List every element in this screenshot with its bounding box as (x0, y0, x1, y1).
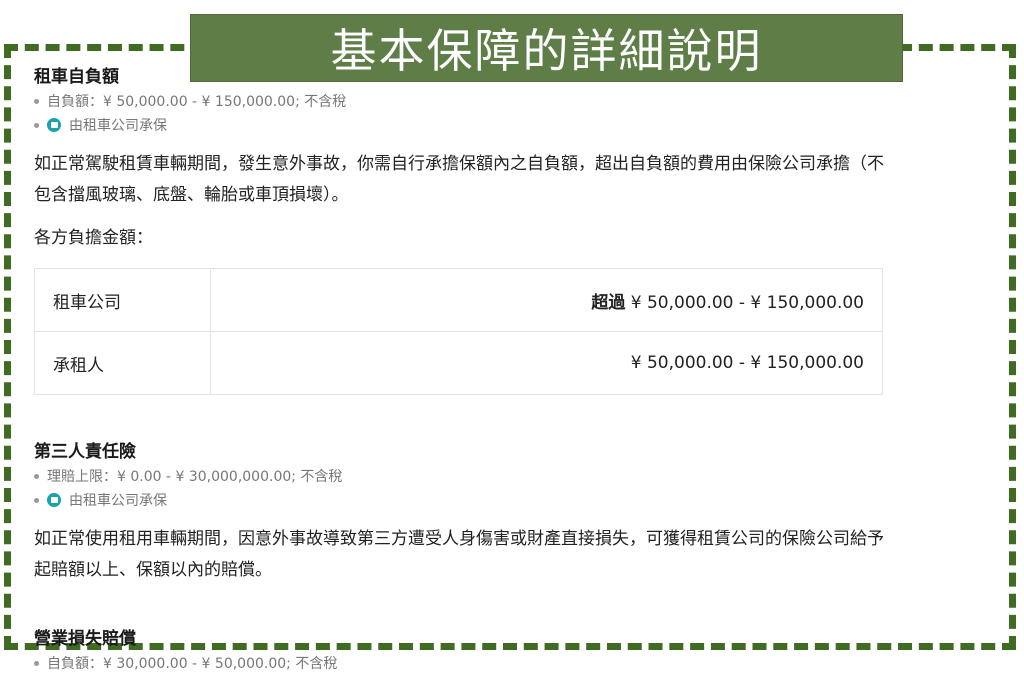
table-row: 租車公司 超過 ¥ 50,000.00 - ¥ 150,000.00 (34, 268, 883, 332)
title-banner: 基本保障的詳細說明 (190, 14, 903, 82)
banner-title: 基本保障的詳細說明 (330, 24, 763, 78)
provider-line: 由租車公司承保 (34, 490, 894, 510)
section-third-party: 第三人責任險 理賠上限：¥ 0.00 - ¥ 30,000,000.00; 不含… (34, 437, 894, 586)
section-description: 如正常使用租用車輛期間，因意外事故導致第三方遭受人身傷害或財產直接損失，可獲得租… (34, 529, 884, 580)
section-title: 第三人責任險 (34, 442, 136, 462)
section-description: 如正常駕駛租賃車輛期間，發生意外事故，你需自行承擔保額內之自負額，超出自負額的費… (34, 154, 884, 205)
bus-icon (47, 493, 61, 507)
section-business-loss: 營業損失賠償 自負額：¥ 30,000.00 - ¥ 50,000.00; 不含… (34, 624, 894, 673)
bullet-icon (34, 122, 39, 128)
bullet-icon (34, 497, 39, 503)
provider-text: 由租車公司承保 (69, 118, 167, 134)
deductible-line: 自負額：¥ 50,000.00 - ¥ 150,000.00; 不含稅 (34, 91, 894, 111)
amount-cell: ¥ 50,000.00 - ¥ 150,000.00 (210, 331, 883, 395)
deductible-text: 自負額：¥ 50,000.00 - ¥ 150,000.00; 不含稅 (47, 94, 347, 110)
bullet-icon (34, 98, 39, 104)
limit-line: 理賠上限：¥ 0.00 - ¥ 30,000,000.00; 不含稅 (34, 466, 894, 486)
amount-cell: 超過 ¥ 50,000.00 - ¥ 150,000.00 (210, 268, 883, 332)
party-cell: 承租人 (34, 331, 211, 395)
section-rental-deductible: 租車自負額 自負額：¥ 50,000.00 - ¥ 150,000.00; 不含… (34, 62, 894, 395)
bus-icon (47, 118, 61, 132)
amount-prefix: 超過 (591, 292, 626, 313)
table-row: 承租人 ¥ 50,000.00 - ¥ 150,000.00 (34, 331, 883, 395)
provider-text: 由租車公司承保 (69, 493, 167, 509)
section-title: 營業損失賠償 (34, 629, 136, 649)
bullet-icon (34, 473, 39, 479)
deductible-line: 自負額：¥ 30,000.00 - ¥ 50,000.00; 不含稅 (34, 653, 894, 673)
subhead: 各方負擔金額： (34, 228, 153, 248)
liability-table: 租車公司 超過 ¥ 50,000.00 - ¥ 150,000.00 承租人 ¥… (34, 268, 883, 395)
coverage-content: 租車自負額 自負額：¥ 50,000.00 - ¥ 150,000.00; 不含… (34, 56, 894, 673)
limit-text: 理賠上限：¥ 0.00 - ¥ 30,000,000.00; 不含稅 (47, 469, 343, 485)
deductible-text: 自負額：¥ 30,000.00 - ¥ 50,000.00; 不含稅 (47, 656, 338, 672)
provider-line: 由租車公司承保 (34, 115, 894, 135)
bullet-icon (34, 660, 39, 666)
party-cell: 租車公司 (34, 268, 211, 332)
amount-value: ¥ 50,000.00 - ¥ 150,000.00 (630, 353, 864, 373)
amount-value: ¥ 50,000.00 - ¥ 150,000.00 (630, 292, 864, 313)
